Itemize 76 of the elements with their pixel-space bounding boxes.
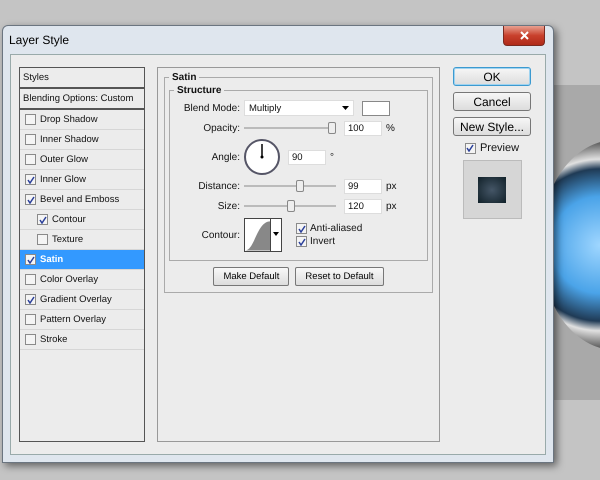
checkbox[interactable] xyxy=(25,294,36,305)
color-swatch[interactable] xyxy=(362,100,390,116)
style-item[interactable]: Contour xyxy=(20,210,144,230)
angle-dial[interactable] xyxy=(244,139,280,175)
unit-label: ° xyxy=(330,152,334,162)
checkbox[interactable] xyxy=(25,314,36,325)
caret-icon xyxy=(270,219,281,251)
number-field[interactable]: 90 xyxy=(288,150,326,164)
field-label: Angle: xyxy=(210,152,240,162)
style-item[interactable]: Stroke xyxy=(20,330,144,350)
checkbox[interactable] xyxy=(464,142,476,154)
style-label: Outer Glow xyxy=(40,154,88,165)
style-item[interactable]: Pattern Overlay xyxy=(20,310,144,330)
list-header[interactable]: Styles xyxy=(20,68,144,89)
close-icon xyxy=(520,31,528,40)
panel-button[interactable]: Make Default xyxy=(213,267,290,286)
style-label: Stroke xyxy=(40,334,68,345)
checkbox[interactable] xyxy=(296,223,307,234)
caret-icon xyxy=(342,106,349,110)
close-button[interactable] xyxy=(503,26,545,46)
number-field[interactable]: 120 xyxy=(344,198,382,214)
dialog-button[interactable]: Cancel xyxy=(453,92,531,111)
checkbox[interactable] xyxy=(25,334,36,345)
checkbox[interactable] xyxy=(25,254,36,265)
style-item[interactable]: Inner Shadow xyxy=(20,130,144,150)
checkbox[interactable] xyxy=(25,174,36,185)
list-header[interactable]: Blending Options: Custom xyxy=(20,89,144,110)
checkbox[interactable] xyxy=(25,154,36,165)
number-field[interactable]: 99 xyxy=(344,178,382,194)
dialog-button[interactable]: OK xyxy=(453,67,531,86)
checkbox[interactable] xyxy=(37,234,48,245)
preview-thumbnail xyxy=(462,160,522,219)
field-label: Opacity: xyxy=(202,122,240,134)
checkbox[interactable] xyxy=(37,214,48,225)
style-label: Color Overlay xyxy=(40,274,98,285)
field-label: Contour: xyxy=(200,230,240,240)
checkbox[interactable] xyxy=(25,134,36,145)
checkbox[interactable] xyxy=(296,236,307,247)
style-label: Texture xyxy=(52,234,84,245)
contour-picker[interactable] xyxy=(244,218,282,252)
field-label: Distance: xyxy=(197,180,240,192)
style-item[interactable]: Bevel and Emboss xyxy=(20,190,144,210)
slider-thumb[interactable] xyxy=(328,122,336,134)
style-item[interactable]: Inner Glow xyxy=(20,170,144,190)
checkbox[interactable] xyxy=(25,114,36,125)
section-title: Satin xyxy=(171,72,198,83)
unit-label: % xyxy=(386,122,395,134)
style-label: Bevel and Emboss xyxy=(40,194,120,205)
unit-label: px xyxy=(386,180,397,192)
style-item[interactable]: Drop Shadow xyxy=(20,110,144,130)
style-item[interactable]: Color Overlay xyxy=(20,270,144,290)
style-label: Pattern Overlay xyxy=(40,314,106,325)
group-title: Structure xyxy=(176,85,222,96)
checkbox[interactable] xyxy=(25,274,36,285)
dialog-button[interactable]: New Style... xyxy=(453,117,531,136)
field-label: Blend Mode: xyxy=(182,102,240,114)
blend-mode-dropdown[interactable]: Multiply xyxy=(244,100,354,116)
style-label: Inner Shadow xyxy=(40,134,99,145)
checkbox-label: Preview xyxy=(480,142,520,154)
slider-thumb[interactable] xyxy=(296,180,304,192)
panel-button[interactable]: Reset to Default xyxy=(295,267,384,286)
style-label: Gradient Overlay xyxy=(40,294,112,305)
slider-thumb[interactable] xyxy=(286,200,295,212)
window-title: Layer Style xyxy=(9,33,70,47)
style-label: Inner Glow xyxy=(40,174,86,185)
checkbox[interactable] xyxy=(25,194,36,205)
number-field[interactable]: 100 xyxy=(344,120,382,136)
checkbox-label: Invert xyxy=(310,236,336,247)
style-label: Satin xyxy=(40,254,64,265)
style-label: Drop Shadow xyxy=(40,114,98,125)
unit-label: px xyxy=(386,200,397,212)
style-item[interactable]: Gradient Overlay xyxy=(20,290,144,310)
style-item[interactable]: Outer Glow xyxy=(20,150,144,170)
checkbox-label: Anti-aliased xyxy=(310,223,362,234)
field-label: Size: xyxy=(216,200,240,212)
style-label: Contour xyxy=(52,214,86,225)
